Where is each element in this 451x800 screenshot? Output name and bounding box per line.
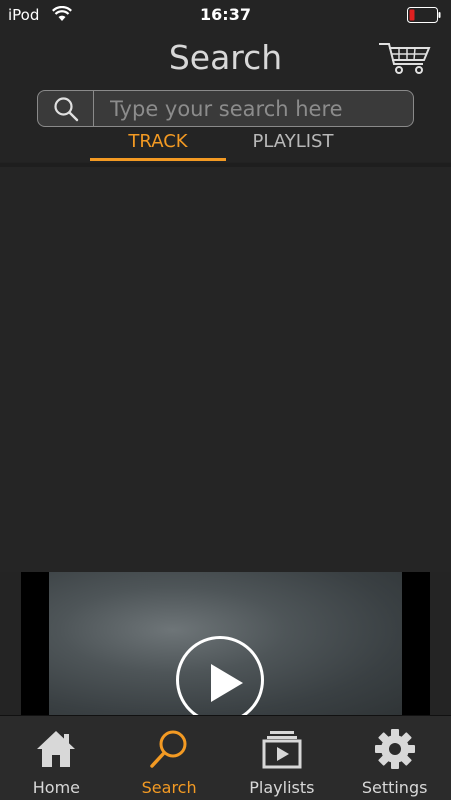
results-area: [0, 167, 451, 572]
search-input[interactable]: [94, 91, 413, 126]
video-player[interactable]: [21, 572, 430, 717]
nav-search[interactable]: Search: [113, 716, 226, 800]
battery-icon: [407, 7, 441, 23]
tab-track[interactable]: TRACK: [90, 131, 226, 161]
play-icon: [211, 664, 243, 702]
cart-icon: [379, 43, 431, 74]
home-icon: [37, 731, 76, 767]
gear-icon: [374, 729, 415, 769]
playlists-icon: [262, 731, 302, 769]
nav-home-label: Home: [32, 778, 80, 797]
nav-settings-label: Settings: [361, 778, 428, 797]
bottom-nav: Home Search Playlists Settings: [0, 715, 451, 800]
nav-playlists[interactable]: Playlists: [226, 716, 339, 800]
cart-button[interactable]: [377, 40, 431, 76]
search-bar: [37, 90, 414, 127]
tab-playlist[interactable]: PLAYLIST: [225, 131, 361, 161]
tab-bar: TRACK PLAYLIST: [0, 131, 451, 163]
nav-home[interactable]: Home: [0, 716, 113, 800]
nav-search-label: Search: [141, 778, 197, 797]
nav-playlists-label: Playlists: [249, 778, 315, 797]
status-time: 16:37: [200, 5, 251, 24]
play-button[interactable]: [176, 636, 264, 717]
status-bar: iPod 16:37: [0, 0, 451, 30]
nav-settings[interactable]: Settings: [338, 716, 451, 800]
search-icon[interactable]: [38, 91, 94, 126]
search-icon: [150, 730, 187, 768]
